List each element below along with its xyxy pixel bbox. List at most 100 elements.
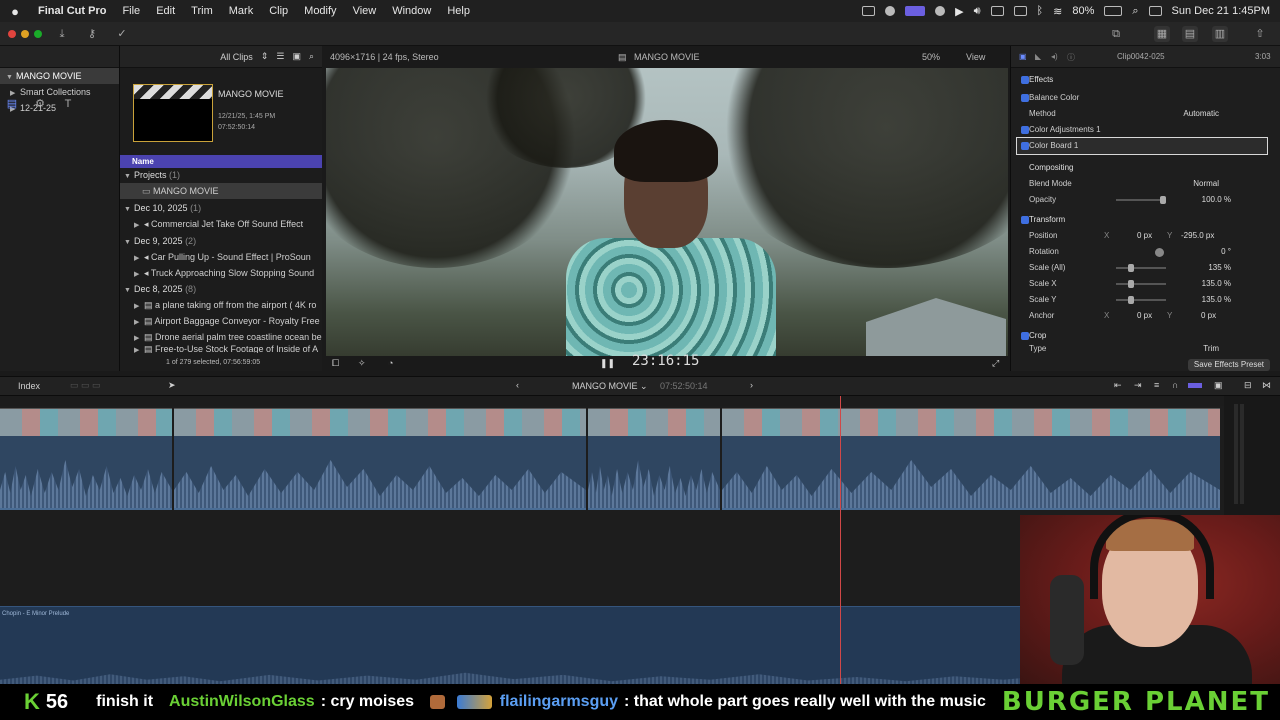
rotation-value[interactable]: 0 °: [1221, 244, 1231, 260]
transform-icon[interactable]: ⧠: [332, 358, 339, 369]
screen-icon[interactable]: [1013, 6, 1027, 16]
audio-clip[interactable]: [588, 436, 720, 510]
background-tasks-icon[interactable]: ✓: [114, 26, 130, 42]
scale-y-slider[interactable]: [1116, 296, 1166, 304]
bluetooth-icon[interactable]: ᛒ: [1037, 5, 1044, 17]
scale-all-slider[interactable]: [1116, 264, 1166, 272]
stage-manager-icon[interactable]: [905, 6, 926, 16]
zoom-dropdown[interactable]: 50%: [922, 52, 940, 62]
import-icon[interactable]: ⤓: [54, 26, 70, 42]
apple-icon[interactable]: ●: [0, 4, 30, 19]
back-nav-icon[interactable]: ‹: [516, 380, 519, 390]
scale-y-value[interactable]: 135.0 %: [1202, 292, 1231, 308]
timeline-project-name[interactable]: MANGO MOVIE: [572, 381, 638, 391]
share-layout-icon[interactable]: ⧉: [1108, 26, 1124, 42]
status-icon[interactable]: [885, 6, 896, 16]
keyword-icon[interactable]: ⚷: [84, 26, 100, 42]
transform-checkbox[interactable]: [1021, 216, 1029, 224]
minimize-window-button[interactable]: [21, 30, 29, 38]
forward-nav-icon[interactable]: ›: [750, 380, 753, 390]
video-inspector-icon[interactable]: ▣: [1019, 52, 1027, 61]
video-clip[interactable]: [0, 408, 172, 436]
color-adjustments-checkbox[interactable]: [1021, 126, 1029, 134]
menu-file[interactable]: File: [114, 5, 148, 17]
group-dec-10[interactable]: ▼ Dec 10, 2025 (1): [120, 200, 322, 216]
group-projects[interactable]: ▼ Projects (1): [120, 167, 322, 183]
color-adjustments-row[interactable]: Color Adjustments 1: [1011, 122, 1280, 138]
titles-icon[interactable]: T: [60, 96, 76, 112]
scale-x-value[interactable]: 135.0 %: [1202, 276, 1231, 292]
menu-clip[interactable]: Clip: [261, 5, 296, 17]
list-item[interactable]: ▶ ▤ a plane taking off from the airport (…: [120, 297, 322, 313]
chevron-updown-icon[interactable]: ⇕: [261, 51, 269, 62]
audio-inspector-icon[interactable]: ◂): [1051, 52, 1058, 61]
save-effects-preset-button[interactable]: Save Effects Preset: [1187, 359, 1270, 371]
connect-clip-icon[interactable]: ▭ ▭ ▭: [70, 380, 101, 391]
menu-app-name[interactable]: Final Cut Pro: [30, 5, 114, 17]
list-item[interactable]: ▶ ◂ Truck Approaching Slow Stopping Sound: [120, 265, 322, 281]
list-item[interactable]: ▭ MANGO MOVIE: [120, 183, 322, 199]
clock[interactable]: Sun Dec 21 1:45PM: [1172, 5, 1270, 17]
search-icon[interactable]: ⌕: [1132, 5, 1138, 18]
compositing-section[interactable]: Compositing: [1011, 160, 1280, 176]
scale-all-value[interactable]: 135 %: [1208, 260, 1231, 276]
pause-icon[interactable]: ❚❚: [600, 358, 615, 369]
menu-trim[interactable]: Trim: [183, 5, 221, 17]
video-frame[interactable]: [326, 68, 1008, 356]
battery-icon[interactable]: [1104, 6, 1123, 16]
balance-color-row[interactable]: Balance Color: [1011, 90, 1280, 106]
project-thumbnail[interactable]: [133, 84, 213, 142]
camera-icon[interactable]: [935, 6, 946, 16]
browser-toggle-icon[interactable]: ▦: [1154, 26, 1170, 42]
slider-knob[interactable]: [1128, 264, 1134, 272]
close-window-button[interactable]: [8, 30, 16, 38]
menu-window[interactable]: Window: [384, 5, 439, 17]
menu-mark[interactable]: Mark: [221, 5, 261, 17]
clip-filter-dropdown[interactable]: All Clips: [220, 52, 253, 62]
color-board-row[interactable]: Color Board 1: [1016, 137, 1268, 155]
zoom-window-button[interactable]: [34, 30, 42, 38]
color-inspector-icon[interactable]: ◣: [1035, 52, 1041, 61]
blend-mode-dropdown[interactable]: Normal: [1193, 176, 1219, 192]
audio-clip[interactable]: [174, 436, 586, 510]
video-clip[interactable]: [174, 408, 586, 436]
effects-checkbox[interactable]: [1021, 76, 1029, 84]
timeline-toggle-icon[interactable]: ▤: [1182, 26, 1198, 42]
list-item[interactable]: ▶ ▤ Airport Baggage Conveyor - Royalty Fr…: [120, 313, 322, 329]
chevron-down-icon[interactable]: ⌄: [640, 381, 648, 392]
list-item[interactable]: ▶ ◂ Commercial Jet Take Off Sound Effect: [120, 216, 322, 232]
list-view-icon[interactable]: ☰: [276, 51, 284, 62]
menu-modify[interactable]: Modify: [296, 5, 344, 17]
audio-clip[interactable]: [722, 436, 1220, 510]
list-item[interactable]: ▶ ◂ Car Pulling Up - Sound Effect | ProSo…: [120, 249, 322, 265]
inspector-toggle-icon[interactable]: ▥: [1212, 26, 1228, 42]
anchor-y-value[interactable]: 0 px: [1201, 308, 1216, 324]
wifi-icon[interactable]: ≋: [1053, 5, 1062, 18]
opacity-value[interactable]: 100.0 %: [1202, 192, 1231, 208]
group-dec-9[interactable]: ▼ Dec 9, 2025 (2): [120, 233, 322, 249]
clip-appearance-icon[interactable]: ▣: [292, 51, 301, 62]
list-item[interactable]: ▶ ▤ Free-to-Use Stock Footage of Inside o…: [120, 345, 322, 353]
zoom-out-icon[interactable]: ⇤: [1114, 380, 1122, 391]
share-icon[interactable]: ⇧: [1252, 26, 1268, 42]
timeline-ruler[interactable]: [0, 396, 1224, 406]
video-clip[interactable]: [588, 408, 720, 436]
position-x-value[interactable]: 0 px: [1137, 228, 1152, 244]
menu-help[interactable]: Help: [439, 5, 478, 17]
crop-checkbox[interactable]: [1021, 332, 1029, 340]
type-dropdown[interactable]: Trim: [1203, 344, 1219, 354]
transitions-icon[interactable]: ⊟: [1244, 380, 1252, 391]
enhance-icon[interactable]: ✧: [358, 358, 366, 369]
play-icon[interactable]: ▶: [955, 5, 963, 18]
rotation-dial[interactable]: [1155, 248, 1164, 257]
index-button[interactable]: Index: [18, 381, 40, 391]
slider-knob[interactable]: [1128, 296, 1134, 304]
control-center-icon[interactable]: [1148, 6, 1162, 16]
viewer-timecode[interactable]: 23:16:15: [632, 353, 699, 369]
libraries-icon[interactable]: ▤: [4, 96, 20, 112]
headphones-icon[interactable]: ∩: [1172, 380, 1178, 390]
select-tool-icon[interactable]: ➤: [168, 380, 176, 391]
crop-section[interactable]: Crop: [1011, 328, 1280, 344]
clip-appearance-icon[interactable]: [1188, 383, 1202, 388]
search-icon[interactable]: ⌕: [309, 51, 314, 62]
